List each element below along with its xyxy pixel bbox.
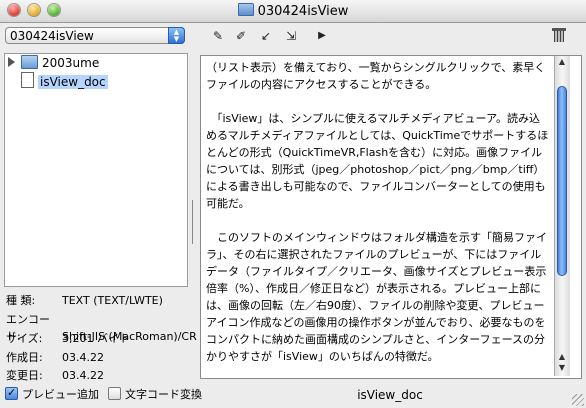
- tree-item-isview-doc[interactable]: isView_doc: [21, 72, 108, 89]
- popup-arrows-icon: ▲ ▼: [168, 27, 185, 44]
- scroll-down-arrow-icon[interactable]: ▼: [556, 363, 568, 373]
- folder-icon: [21, 55, 38, 69]
- info-row-modified: 変更日: 03.4.22: [6, 367, 104, 384]
- scroll-up-arrow-icon[interactable]: ▲: [556, 352, 568, 362]
- resize-grip-icon[interactable]: [572, 394, 584, 406]
- info-key: サイズ:: [6, 332, 43, 345]
- info-value: TEXT (TEXT/LWTE): [62, 294, 163, 307]
- tree-item-2003ume[interactable]: 2003ume: [8, 55, 99, 72]
- info-key: 種 類:: [6, 294, 36, 307]
- disclosure-triangle-icon[interactable]: [8, 57, 15, 67]
- trash-icon[interactable]: [552, 28, 566, 42]
- document-icon: [21, 72, 34, 88]
- tree-item-label: isView_doc: [38, 75, 108, 89]
- scroll-up-arrow-icon[interactable]: ▲: [556, 57, 568, 67]
- move-icon[interactable]: ↙: [258, 28, 274, 44]
- info-row-size: サイズ: 3,201 バイト: [6, 330, 130, 347]
- tree-item-label: 2003ume: [42, 56, 100, 70]
- info-value: 03.4.22: [62, 351, 104, 364]
- document-text[interactable]: （リスト表示）を備えており、一覧からシングルクリックで、素早くファイルの内容にア…: [206, 59, 550, 373]
- info-row-created: 作成日: 03.4.22: [6, 349, 104, 366]
- path-popup[interactable]: 030424isView ▲ ▼: [5, 27, 185, 44]
- split-handle[interactable]: [191, 200, 197, 244]
- info-key: 作成日:: [6, 351, 43, 364]
- copy-icon[interactable]: ⇲: [283, 28, 299, 44]
- folder-icon: [237, 3, 254, 16]
- info-value: 3,201 バイト: [62, 332, 130, 345]
- window-title: 030424isView: [0, 3, 586, 19]
- char-convert-checkbox[interactable]: 文字コード変換: [108, 387, 202, 403]
- preview-add-label: プレビュー追加: [22, 388, 99, 401]
- rename-icon[interactable]: ✐: [233, 28, 249, 44]
- checkbox-unchecked-icon[interactable]: [108, 387, 121, 400]
- path-popup-value: 030424isView: [10, 29, 94, 43]
- window-title-text: 030424isView: [257, 4, 349, 19]
- char-convert-label: 文字コード変換: [125, 388, 202, 401]
- preview-add-checkbox[interactable]: プレビュー追加: [5, 385, 99, 403]
- info-value: 03.4.22: [62, 369, 104, 382]
- info-row-type: 種 類: TEXT (TEXT/LWTE): [6, 292, 163, 309]
- scroll-thumb[interactable]: [557, 86, 567, 276]
- info-row-encoding: エンコード: Shift-JIS (MacRoman)/CR: [6, 311, 197, 343]
- document-filename: isView_doc: [357, 388, 423, 402]
- info-key: 変更日:: [6, 369, 43, 382]
- edit-note-icon[interactable]: ✎: [210, 28, 226, 44]
- checkbox-checked-icon[interactable]: [5, 385, 18, 401]
- play-icon[interactable]: ▶: [314, 28, 330, 44]
